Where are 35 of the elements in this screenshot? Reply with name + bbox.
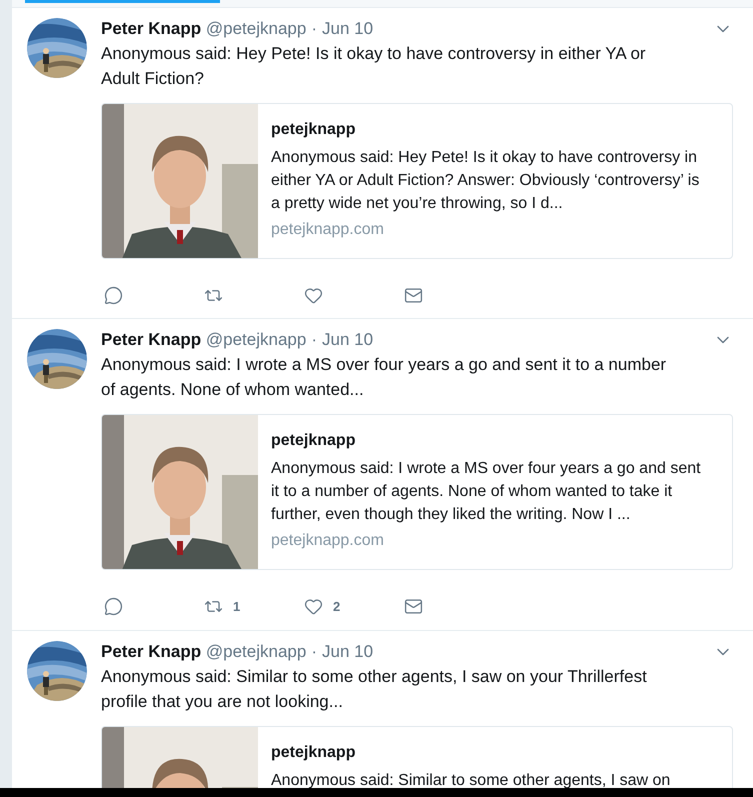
tweet-date[interactable]: Jun 10: [322, 330, 374, 349]
author-name[interactable]: Peter Knapp: [101, 330, 202, 349]
author-handle[interactable]: @petejknapp: [206, 330, 306, 349]
card-description: Anonymous said: Similar to some other agents, I saw on: [271, 770, 672, 788]
like-icon: [304, 286, 323, 305]
reply-icon: [104, 597, 123, 616]
link-preview-card[interactable]: petejknapp Anonymous said: I wrote a MS over four years a go and sent it to a number of agents. None of whom wanted to take it further, even though they liked the writing. Now I ... petejknapp.com: [101, 414, 733, 570]
tweet-date[interactable]: Jun 10: [322, 19, 374, 38]
separator-dot: ·: [311, 19, 317, 38]
author-name[interactable]: Peter Knapp: [101, 642, 202, 660]
card-title: petejknapp: [271, 742, 356, 762]
message-icon: [404, 597, 423, 616]
author-handle[interactable]: @petejknapp: [206, 19, 306, 38]
separator-dot: ·: [311, 642, 317, 660]
card-title: petejknapp: [271, 120, 356, 140]
reply-icon: [104, 286, 123, 305]
like-icon: [304, 597, 323, 616]
author-name[interactable]: Peter Knapp: [101, 19, 202, 38]
separator-dot: ·: [311, 330, 317, 349]
author-handle[interactable]: @petejknapp: [206, 642, 306, 660]
card-description: Anonymous said: Hey Pete! Is it okay to have controversy in either YA or Adult Fiction? Answer: Obviously ‘controversy’ is a pretty wide net you’re throwing, so I d...: [271, 148, 700, 214]
like-button[interactable]: 2: [304, 597, 404, 616]
card-domain: petejknapp.com: [271, 220, 385, 240]
tweet-text: Anonymous said: Similar to some other agents, I saw on your Thrillerfest profile that you are not looking...: [101, 666, 648, 712]
tweet-text: Anonymous said: Hey Pete! Is it okay to have controversy in either YA or Adult Fiction?: [101, 43, 647, 90]
card-domain: petejknapp.com: [271, 531, 385, 551]
tweet-text: Anonymous said: I wrote a MS over four years a go and sent it to a number of agents. None of whom wanted...: [101, 354, 668, 401]
retweet-button[interactable]: 1: [204, 597, 304, 616]
link-preview-card[interactable]: petejknapp Anonymous said: Hey Pete! Is it okay to have controversy in either YA or Adult Fiction? Answer: Obviously ‘controversy’ is a pretty wide net you’re throwing, so I d... petejknapp.com: [101, 103, 733, 259]
tweet-date[interactable]: Jun 10: [322, 642, 374, 660]
message-icon: [404, 286, 423, 305]
tweet-card[interactable]: [12, 319, 753, 630]
card-description: Anonymous said: I wrote a MS over four years a go and sent it to a number of agents. None of whom wanted to take it further, even though they liked the writing. Now I ...: [271, 459, 702, 525]
tweet-card[interactable]: [12, 8, 753, 319]
card-title: petejknapp: [271, 431, 356, 451]
